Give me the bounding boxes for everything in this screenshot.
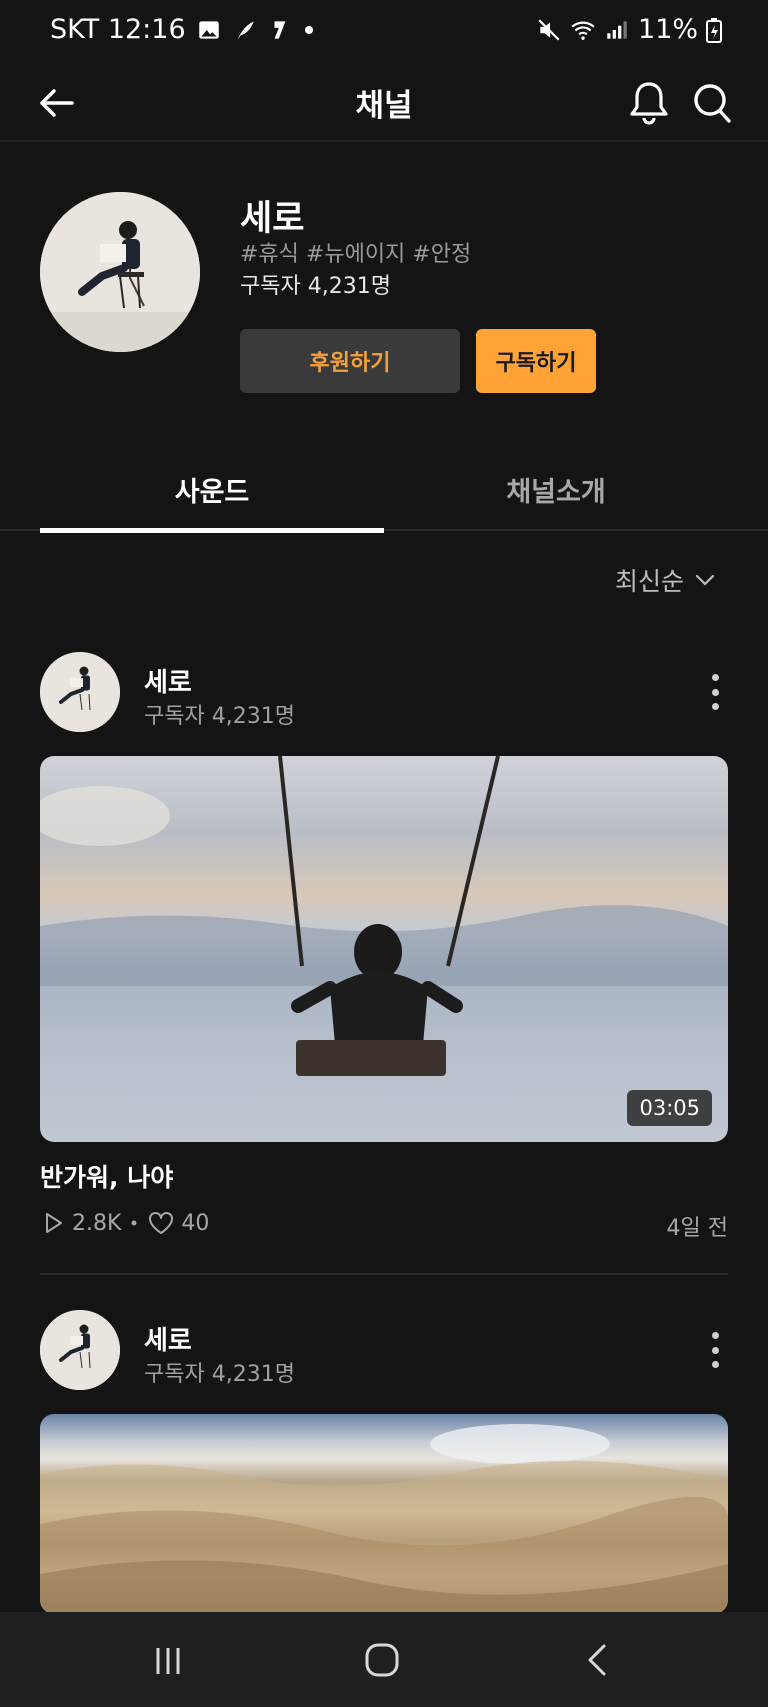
wifi-icon [571,21,595,40]
carrier-time: SKT 12:16 [50,14,186,45]
more-options-icon[interactable] [700,1328,730,1372]
subscribe-button[interactable]: 구독하기 [476,329,596,393]
swing-image [40,756,728,1076]
post-stats: 2.8K 40 [40,1210,209,1236]
feather-icon [237,20,254,40]
post-author[interactable]: 세로 [144,662,192,699]
tab-sound[interactable]: 사운드 [40,450,384,533]
sort-dropdown[interactable]: 최신순 [615,562,716,598]
status-right: 11% [536,14,722,45]
post-thumbnail[interactable]: 03:05 [40,756,728,1142]
post-header: 세로 구독자 4,231명 [40,652,730,732]
more-notifications-dot [304,25,313,34]
search-icon[interactable] [690,78,736,128]
channel-avatar-image [40,192,200,352]
duration-badge: 03:05 [627,1090,712,1126]
avatar[interactable] [40,1310,120,1390]
post-thumbnail[interactable] [40,1414,728,1614]
tab-channel-intro[interactable]: 채널소개 [384,450,728,531]
status-bar: SKT 12:16 11% [0,0,768,66]
signal-icon [607,20,627,39]
sponsor-button[interactable]: 후원하기 [240,329,460,393]
battery-percent: 11% [637,14,698,45]
app-notification-icon [274,20,285,39]
back-nav-icon[interactable] [578,1640,618,1680]
post-author[interactable]: 세로 [144,1320,192,1357]
post-title[interactable]: 반가워, 나야 [40,1158,173,1194]
divider [40,1273,728,1275]
author-avatar-image [40,652,120,732]
more-options-icon[interactable] [700,670,730,714]
recent-apps-icon[interactable] [148,1640,188,1680]
channel-subscriber-count: 구독자 4,231명 [240,274,391,299]
avatar[interactable] [40,652,120,732]
gallery-icon [198,20,219,39]
home-icon[interactable] [362,1640,402,1680]
channel-tags: #휴식 #뉴에이지 #안정 [240,242,472,267]
mute-icon [538,18,560,41]
author-avatar-image [40,1310,120,1390]
post-author-subscribers: 구독자 4,231명 [144,1362,295,1387]
post-header: 세로 구독자 4,231명 [40,1310,730,1390]
post-author-subscribers: 구독자 4,231명 [144,704,295,729]
battery-icon [706,17,722,43]
system-nav-bar [0,1612,768,1707]
status-left: SKT 12:16 [50,14,314,45]
chevron-down-icon [695,574,715,586]
sort-label: 최신순 [615,567,685,596]
channel-tabs: 사운드 채널소개 [0,450,768,533]
channel-name: 세로 [240,199,305,239]
post-age: 4일 전 [666,1216,728,1241]
play-icon [46,1213,62,1233]
like-count: 40 [181,1210,210,1236]
heart-icon[interactable] [147,1210,175,1236]
app-header: 채널 [0,66,768,142]
separator-dot [131,1220,137,1226]
desert-image [40,1424,728,1614]
play-count: 2.8K [72,1210,122,1236]
bell-icon[interactable] [626,78,672,128]
channel-avatar [40,192,200,352]
